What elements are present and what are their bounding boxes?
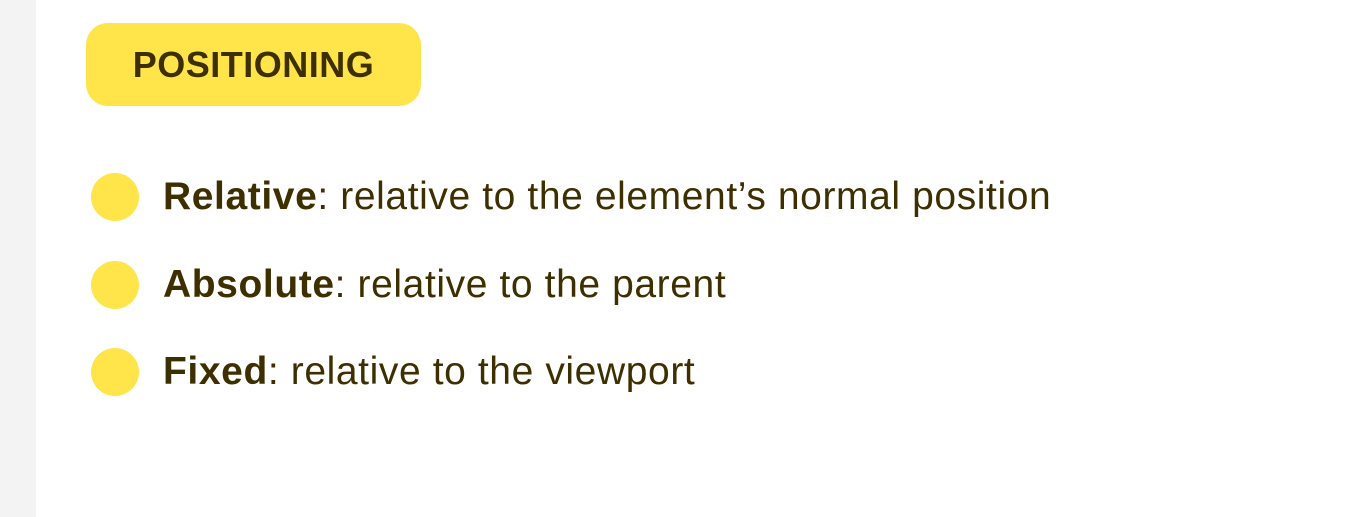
bullet-icon bbox=[91, 348, 139, 396]
item-term: Absolute bbox=[163, 263, 335, 306]
item-description: : relative to the element’s normal posit… bbox=[317, 175, 1052, 218]
item-description: : relative to the viewport bbox=[267, 350, 696, 393]
left-sidebar-strip bbox=[0, 0, 36, 517]
list-item: Absolute: relative to the parent bbox=[91, 260, 726, 310]
list-item: Relative: relative to the element’s norm… bbox=[91, 172, 1051, 222]
bullet-icon bbox=[91, 173, 139, 221]
section-badge: POSITIONING bbox=[86, 23, 421, 106]
list-item: Fixed: relative to the viewport bbox=[91, 347, 695, 397]
bullet-icon bbox=[91, 261, 139, 309]
item-term: Fixed bbox=[163, 350, 268, 393]
item-term: Relative bbox=[163, 175, 318, 218]
item-description: : relative to the parent bbox=[334, 263, 727, 306]
